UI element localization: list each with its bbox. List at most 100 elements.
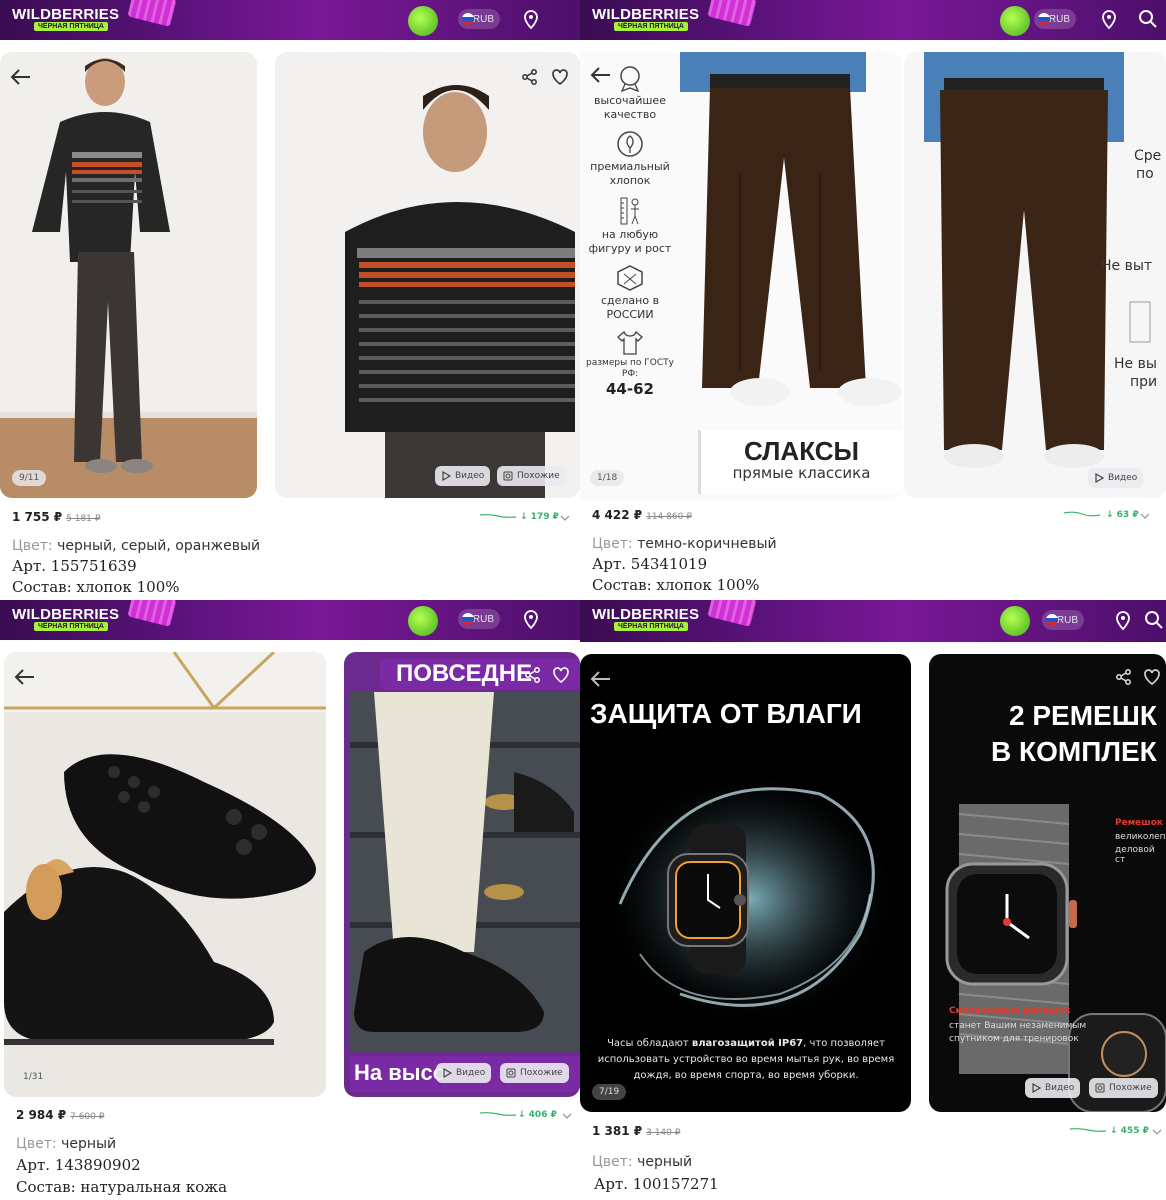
price-history-sparkline[interactable] <box>480 512 516 520</box>
side-text-3: Не выт <box>1101 258 1153 274</box>
wildberries-logo[interactable]: WILDBERRIES <box>12 6 119 23</box>
leather-shoes-illustration <box>4 652 326 1097</box>
product-image-main[interactable]: 1/31 <box>4 652 326 1097</box>
gallery-position-badge: 9/11 <box>12 470 47 486</box>
location-pin-icon[interactable] <box>1114 611 1132 631</box>
old-price: 3 140 ₽ <box>646 1128 681 1138</box>
strap-text-1: великолеп <box>1115 832 1166 842</box>
price: 4 422 ₽114 860 ₽ <box>592 508 692 522</box>
product-image-main[interactable]: ЗАЩИТА ОТ ВЛАГИ Часы обладают влагозащит… <box>580 654 911 1112</box>
price-drop: ↓ 179 ₽ <box>520 512 559 522</box>
price: 1 381 ₽3 140 ₽ <box>592 1124 680 1138</box>
balloon-decoration <box>408 6 438 36</box>
favorite-heart-icon[interactable] <box>552 666 570 684</box>
share-icon[interactable] <box>524 666 542 684</box>
product-panel-watch: WILDBERRIES ЧЁРНАЯ ПЯТНИЦА RUB ЗАЩИТА ОТ… <box>580 600 1166 1200</box>
share-icon[interactable] <box>1115 668 1133 686</box>
banner-subtitle: прямые классика <box>732 464 871 482</box>
desc-bold: влагозащитой IP67 <box>691 1038 804 1049</box>
current-price: 1 755 ₽ <box>12 510 63 524</box>
sizes-range: 44-62 <box>606 380 654 398</box>
location-pin-icon[interactable] <box>522 10 540 30</box>
russia-flag-icon <box>462 613 474 625</box>
color-value: черный <box>61 1136 117 1152</box>
product-image-main[interactable]: высочайшее качество премиальный хлопок н… <box>580 52 902 500</box>
currency-selector[interactable]: RUB <box>458 9 500 29</box>
gallery-position-badge: 1/18 <box>590 470 625 486</box>
product-image-main[interactable]: 9/11 <box>0 52 257 498</box>
similar-label: Похожие <box>517 471 560 481</box>
made-in-russia-icon <box>617 265 643 291</box>
basket-decoration <box>707 600 757 627</box>
video-button[interactable]: Видео <box>1025 1078 1081 1098</box>
color-info: Цвет: черный <box>592 1152 692 1172</box>
back-arrow-icon[interactable] <box>14 668 36 686</box>
model-full-body-illustration <box>0 58 257 498</box>
price-history-sparkline[interactable] <box>480 1110 516 1118</box>
location-pin-icon[interactable] <box>1100 10 1118 30</box>
product-image-secondary[interactable]: ПОВСЕДНЕ На высо Видео Похожие <box>344 652 580 1097</box>
similar-label: Похожие <box>520 1068 563 1078</box>
article-number: Арт. 100157271 <box>594 1175 719 1193</box>
promo-badge: ЧЁРНАЯ ПЯТНИЦА <box>34 622 108 631</box>
product-panel-sweater: WILDBERRIES ЧЁРНАЯ ПЯТНИЦА RUB 9/11 Виде… <box>0 0 580 600</box>
wildberries-logo[interactable]: WILDBERRIES <box>12 606 119 623</box>
similar-button[interactable]: Похожие <box>497 466 566 486</box>
price-history-sparkline[interactable] <box>1070 1126 1106 1134</box>
current-price: 4 422 ₽ <box>592 508 643 522</box>
chevron-down-icon[interactable] <box>560 514 570 522</box>
favorite-heart-icon[interactable] <box>551 68 569 86</box>
wildberries-logo[interactable]: WILDBERRIES <box>592 6 699 23</box>
video-button[interactable]: Видео <box>435 466 491 486</box>
wildberries-logo[interactable]: WILDBERRIES <box>592 606 699 623</box>
silicone-title: Силиконовый ремешок <box>949 1006 1071 1016</box>
color-info: Цвет: черный, серый, оранжевый <box>12 536 260 556</box>
back-arrow-icon[interactable] <box>10 68 32 86</box>
share-icon[interactable] <box>521 68 539 86</box>
product-image-secondary[interactable]: 2 РЕМЕШК В КОМПЛЕК Ремешок великолеп дел… <box>929 654 1166 1112</box>
location-pin-icon[interactable] <box>522 610 540 630</box>
video-button[interactable]: Видео <box>436 1063 492 1083</box>
back-arrow-icon[interactable] <box>590 670 612 688</box>
second-headline-line-2: В КОМПЛЕК <box>991 736 1157 767</box>
composition: Состав: хлопок 100% <box>592 576 760 594</box>
product-image-secondary[interactable]: Видео Похожие <box>275 52 580 498</box>
chevron-down-icon[interactable] <box>1140 512 1150 520</box>
gallery-position-badge: 1/31 <box>16 1069 51 1085</box>
similar-label: Похожие <box>1109 1083 1152 1093</box>
search-icon[interactable] <box>1144 610 1164 630</box>
price-history-sparkline[interactable] <box>1064 510 1100 518</box>
play-icon <box>442 471 451 481</box>
price-drop: ↓ 63 ₽ <box>1106 510 1139 520</box>
currency-selector[interactable]: RUB <box>458 609 500 629</box>
current-price: 2 984 ₽ <box>16 1108 67 1122</box>
promo-badge: ЧЁРНАЯ ПЯТНИЦА <box>34 22 108 31</box>
similar-button[interactable]: Похожие <box>500 1063 569 1083</box>
old-price: 114 860 ₽ <box>646 512 692 522</box>
favorite-heart-icon[interactable] <box>1143 668 1161 686</box>
chevron-down-icon[interactable] <box>1152 1128 1162 1136</box>
similar-button[interactable]: Похожие <box>1089 1078 1158 1098</box>
article-number: Арт. 143890902 <box>16 1156 141 1174</box>
color-label: Цвет: <box>16 1136 57 1152</box>
color-value: черный <box>637 1154 693 1170</box>
video-button[interactable]: Видео <box>1088 468 1144 488</box>
currency-selector[interactable]: RUB <box>1034 9 1076 29</box>
article-number: Арт. 54341019 <box>592 555 708 573</box>
app-header: WILDBERRIES ЧЁРНАЯ ПЯТНИЦА RUB <box>0 0 580 40</box>
video-label: Видео <box>1108 473 1138 483</box>
chevron-down-icon[interactable] <box>562 1112 572 1120</box>
balloon-decoration <box>1000 6 1030 36</box>
side-text-2: по <box>1136 166 1154 182</box>
feature-fit: на любую фигуру и рост <box>584 196 676 256</box>
currency-label: RUB <box>472 613 494 625</box>
product-image-secondary[interactable]: Сре по Не выт Не вы при Видео <box>904 52 1166 498</box>
search-icon[interactable] <box>1138 9 1158 29</box>
currency-selector[interactable]: RUB <box>1042 610 1084 630</box>
basket-decoration <box>707 0 757 27</box>
waterproof-description: Часы обладают влагозащитой IP67, что поз… <box>594 1036 898 1084</box>
russia-flag-icon <box>462 13 474 25</box>
color-value: черный, серый, оранжевый <box>57 538 261 554</box>
gallery-position-badge: 7/19 <box>592 1084 627 1100</box>
color-value: темно-коричневый <box>637 536 777 552</box>
